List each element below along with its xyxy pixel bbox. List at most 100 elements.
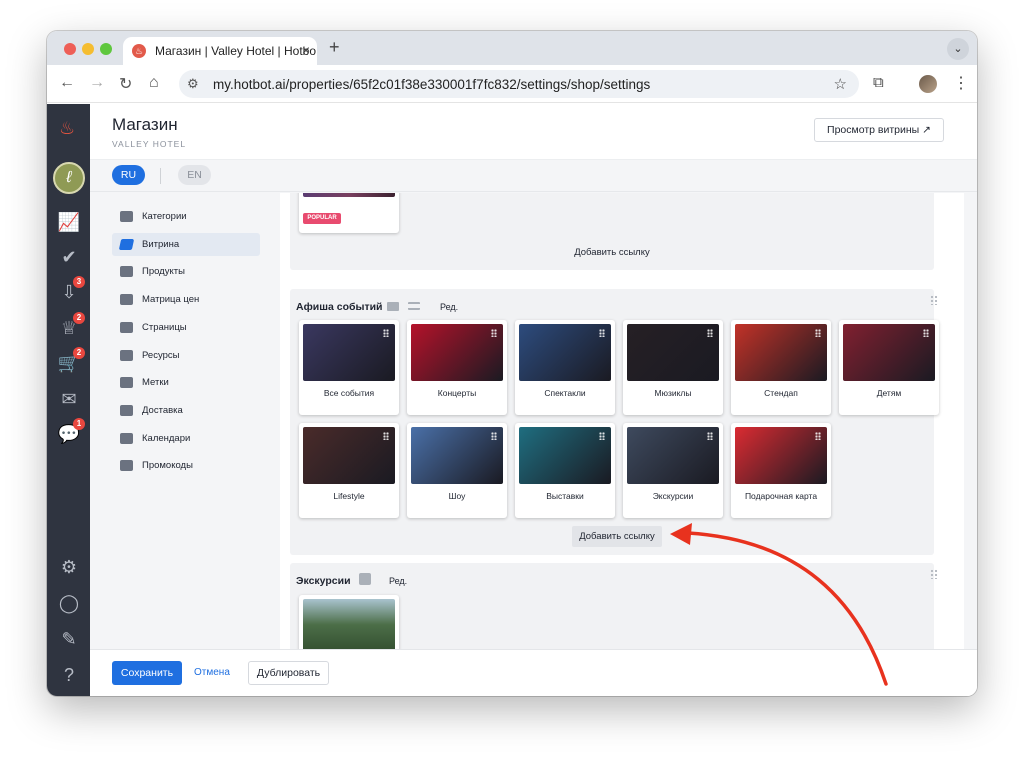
service-badge: 2 bbox=[73, 312, 85, 324]
card-label: Все события bbox=[323, 388, 375, 398]
add-link-button-events[interactable]: Добавить ссылку bbox=[572, 526, 662, 547]
card-image bbox=[303, 324, 395, 381]
hotbot-favicon-icon: ♨ bbox=[132, 44, 146, 58]
section-drag-handle[interactable] bbox=[930, 295, 938, 305]
mail-icon[interactable]: ✉ bbox=[57, 387, 81, 411]
card-label: Стендап bbox=[764, 388, 798, 398]
bookmark-star-icon[interactable]: ☆ bbox=[834, 75, 847, 93]
browser-window: ♨ Магазин | Valley Hotel | Hotbo × + ⌄ ←… bbox=[47, 31, 977, 696]
back-arrow-icon[interactable]: ← bbox=[59, 74, 75, 92]
nav-item-label: Матрица цен bbox=[142, 294, 200, 306]
excursions-edit-button[interactable]: Ред. bbox=[389, 576, 407, 586]
cancel-button[interactable]: Отмена bbox=[194, 667, 230, 678]
language-en-button[interactable]: EN bbox=[178, 165, 211, 185]
language-ru-button[interactable]: RU bbox=[112, 165, 145, 185]
event-category-card[interactable]: Lifestyle bbox=[299, 423, 399, 518]
nav-item[interactable]: Ресурсы bbox=[112, 344, 260, 367]
hotbot-logo-icon[interactable]: ♨ bbox=[59, 118, 75, 139]
extensions-puzzle-icon[interactable]: ⧉ bbox=[873, 74, 884, 91]
card-drag-handle[interactable] bbox=[707, 329, 713, 337]
card-drag-handle[interactable] bbox=[707, 432, 713, 440]
card-image bbox=[519, 324, 611, 381]
cart-badge: 2 bbox=[73, 347, 85, 359]
analytics-chart-icon[interactable]: 📈 bbox=[57, 210, 81, 234]
settings-gear-icon[interactable]: ⚙ bbox=[57, 555, 81, 579]
card-drag-handle[interactable] bbox=[923, 329, 929, 337]
close-tab-icon[interactable]: × bbox=[302, 42, 310, 58]
storefront-content: POPULAR Добавить ссылку Афиша событий Ре… bbox=[280, 193, 964, 649]
tab-bar: ♨ Магазин | Valley Hotel | Hotbo × + ⌄ bbox=[47, 31, 977, 65]
excursion-card[interactable] bbox=[299, 595, 399, 649]
duplicate-button[interactable]: Дублировать bbox=[248, 661, 329, 685]
nav-item[interactable]: Промокоды bbox=[112, 454, 260, 477]
card-drag-handle[interactable] bbox=[491, 432, 497, 440]
url-text: my.hotbot.ai/properties/65f2c01f38e33000… bbox=[213, 76, 651, 92]
event-category-card[interactable]: Подарочная карта bbox=[731, 423, 831, 518]
card-image bbox=[303, 427, 395, 484]
card-drag-handle[interactable] bbox=[599, 432, 605, 440]
card-image bbox=[627, 324, 719, 381]
nav-item[interactable]: Матрица цен bbox=[112, 288, 260, 311]
profile-avatar[interactable] bbox=[919, 75, 937, 93]
icon-rail: ♨ ℓ 📈 ✔ ⇩ 3 ♕ 2 🛒 2 ✉ 💬 1 ⚙ ◯ ✎ ? bbox=[47, 104, 90, 696]
event-category-card[interactable]: Все события bbox=[299, 320, 399, 415]
minimize-window-button[interactable] bbox=[82, 43, 94, 55]
close-window-button[interactable] bbox=[64, 43, 76, 55]
card-drag-handle[interactable] bbox=[599, 329, 605, 337]
new-tab-icon[interactable]: + bbox=[329, 37, 340, 58]
nav-item[interactable]: Метки bbox=[112, 371, 260, 394]
carousel-layout-icon[interactable] bbox=[387, 302, 399, 311]
event-category-card[interactable]: Спектакли bbox=[515, 320, 615, 415]
card-drag-handle[interactable] bbox=[383, 329, 389, 337]
popular-card[interactable]: POPULAR bbox=[299, 193, 399, 233]
address-bar[interactable]: ⚙ my.hotbot.ai/properties/65f2c01f38e330… bbox=[179, 70, 859, 98]
event-category-card[interactable]: Концерты bbox=[407, 320, 507, 415]
save-button[interactable]: Сохранить bbox=[112, 661, 182, 685]
browser-menu-icon[interactable]: ⋮ bbox=[953, 73, 969, 93]
section-drag-handle[interactable] bbox=[930, 569, 938, 579]
nav-item-label: Доставка bbox=[142, 404, 183, 416]
event-category-card[interactable]: Выставки bbox=[515, 423, 615, 518]
nav-item[interactable]: Категории bbox=[112, 205, 260, 228]
nav-item-icon bbox=[120, 266, 133, 278]
site-settings-icon[interactable]: ⚙ bbox=[187, 76, 213, 92]
nav-item[interactable]: Календари bbox=[112, 427, 260, 450]
nav-item-icon bbox=[120, 460, 133, 472]
event-category-card[interactable]: Шоу bbox=[407, 423, 507, 518]
maximize-window-button[interactable] bbox=[100, 43, 112, 55]
hotel-avatar[interactable]: ℓ bbox=[53, 162, 85, 194]
card-drag-handle[interactable] bbox=[383, 432, 389, 440]
forward-arrow-icon[interactable]: → bbox=[89, 74, 105, 92]
tab-search-chevron-icon[interactable]: ⌄ bbox=[947, 38, 969, 60]
storefront-preview-button[interactable]: Просмотр витрины ↗ bbox=[814, 118, 944, 142]
list-layout-icon[interactable] bbox=[359, 573, 371, 585]
section-excursions: Экскурсии Ред. bbox=[290, 563, 938, 649]
event-category-card[interactable]: Детям bbox=[839, 320, 939, 415]
user-profile-icon[interactable]: ◯ bbox=[57, 591, 81, 615]
tasks-check-icon[interactable]: ✔ bbox=[57, 245, 81, 269]
nav-item[interactable]: Продукты bbox=[112, 260, 260, 283]
events-edit-button[interactable]: Ред. bbox=[440, 302, 458, 312]
home-icon[interactable]: ⌂ bbox=[149, 74, 159, 92]
nav-item[interactable]: Витрина bbox=[112, 232, 260, 256]
nav-item[interactable]: Доставка bbox=[112, 399, 260, 422]
card-drag-handle[interactable] bbox=[491, 329, 497, 337]
browser-tab[interactable]: ♨ Магазин | Valley Hotel | Hotbo × bbox=[123, 37, 317, 65]
card-drag-handle[interactable] bbox=[815, 432, 821, 440]
card-image bbox=[843, 324, 935, 381]
event-category-card[interactable]: Экскурсии bbox=[623, 423, 723, 518]
nav-item[interactable]: Страницы bbox=[112, 316, 260, 339]
content-scrollbar[interactable] bbox=[964, 193, 977, 649]
help-question-icon[interactable]: ? bbox=[57, 663, 81, 687]
reload-icon[interactable]: ↻ bbox=[119, 74, 132, 94]
nav-item-icon bbox=[120, 321, 133, 333]
event-category-card[interactable]: Стендап bbox=[731, 320, 831, 415]
add-link-button-top[interactable]: Добавить ссылку bbox=[562, 247, 662, 258]
event-category-card[interactable]: Мюзиклы bbox=[623, 320, 723, 415]
pencil-edit-icon[interactable]: ✎ bbox=[57, 627, 81, 651]
card-drag-handle[interactable] bbox=[815, 329, 821, 337]
page-header: Магазин VALLEY HOTEL Просмотр витрины ↗ bbox=[90, 104, 977, 160]
nav-item-label: Календари bbox=[142, 432, 191, 444]
filter-settings-icon[interactable] bbox=[408, 302, 420, 310]
card-label: Экскурсии bbox=[652, 491, 694, 501]
